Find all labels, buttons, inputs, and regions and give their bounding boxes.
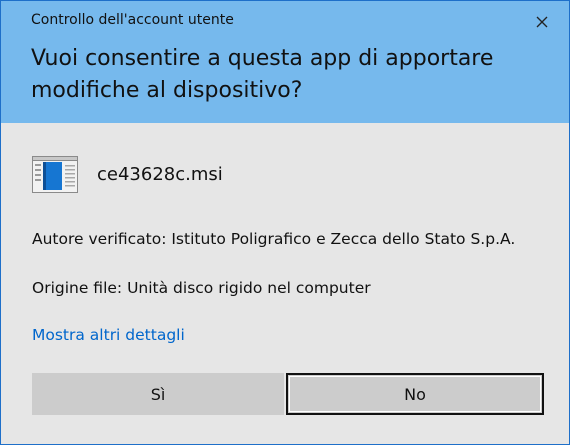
close-button[interactable] xyxy=(527,7,557,37)
installer-window-icon xyxy=(32,156,80,194)
file-name: ce43628c.msi xyxy=(97,164,223,185)
show-more-details-link[interactable]: Mostra altri dettagli xyxy=(32,326,185,344)
no-button-label: No xyxy=(404,384,426,404)
no-button[interactable]: No xyxy=(286,373,544,415)
uac-dialog: Controllo dell'account utente Vuoi conse… xyxy=(0,0,570,445)
window-title: Controllo dell'account utente xyxy=(31,12,234,28)
yes-button[interactable]: Sì xyxy=(32,373,284,415)
uac-question: Vuoi consentire a questa app di apportar… xyxy=(31,46,494,103)
verified-publisher: Autore verificato: Istituto Poligrafico … xyxy=(32,230,516,248)
file-origin: Origine file: Unità disco rigido nel com… xyxy=(32,279,371,297)
dialog-header: Controllo dell'account utente Vuoi conse… xyxy=(1,1,569,123)
close-icon xyxy=(536,16,548,28)
yes-button-label: Sì xyxy=(150,384,166,404)
